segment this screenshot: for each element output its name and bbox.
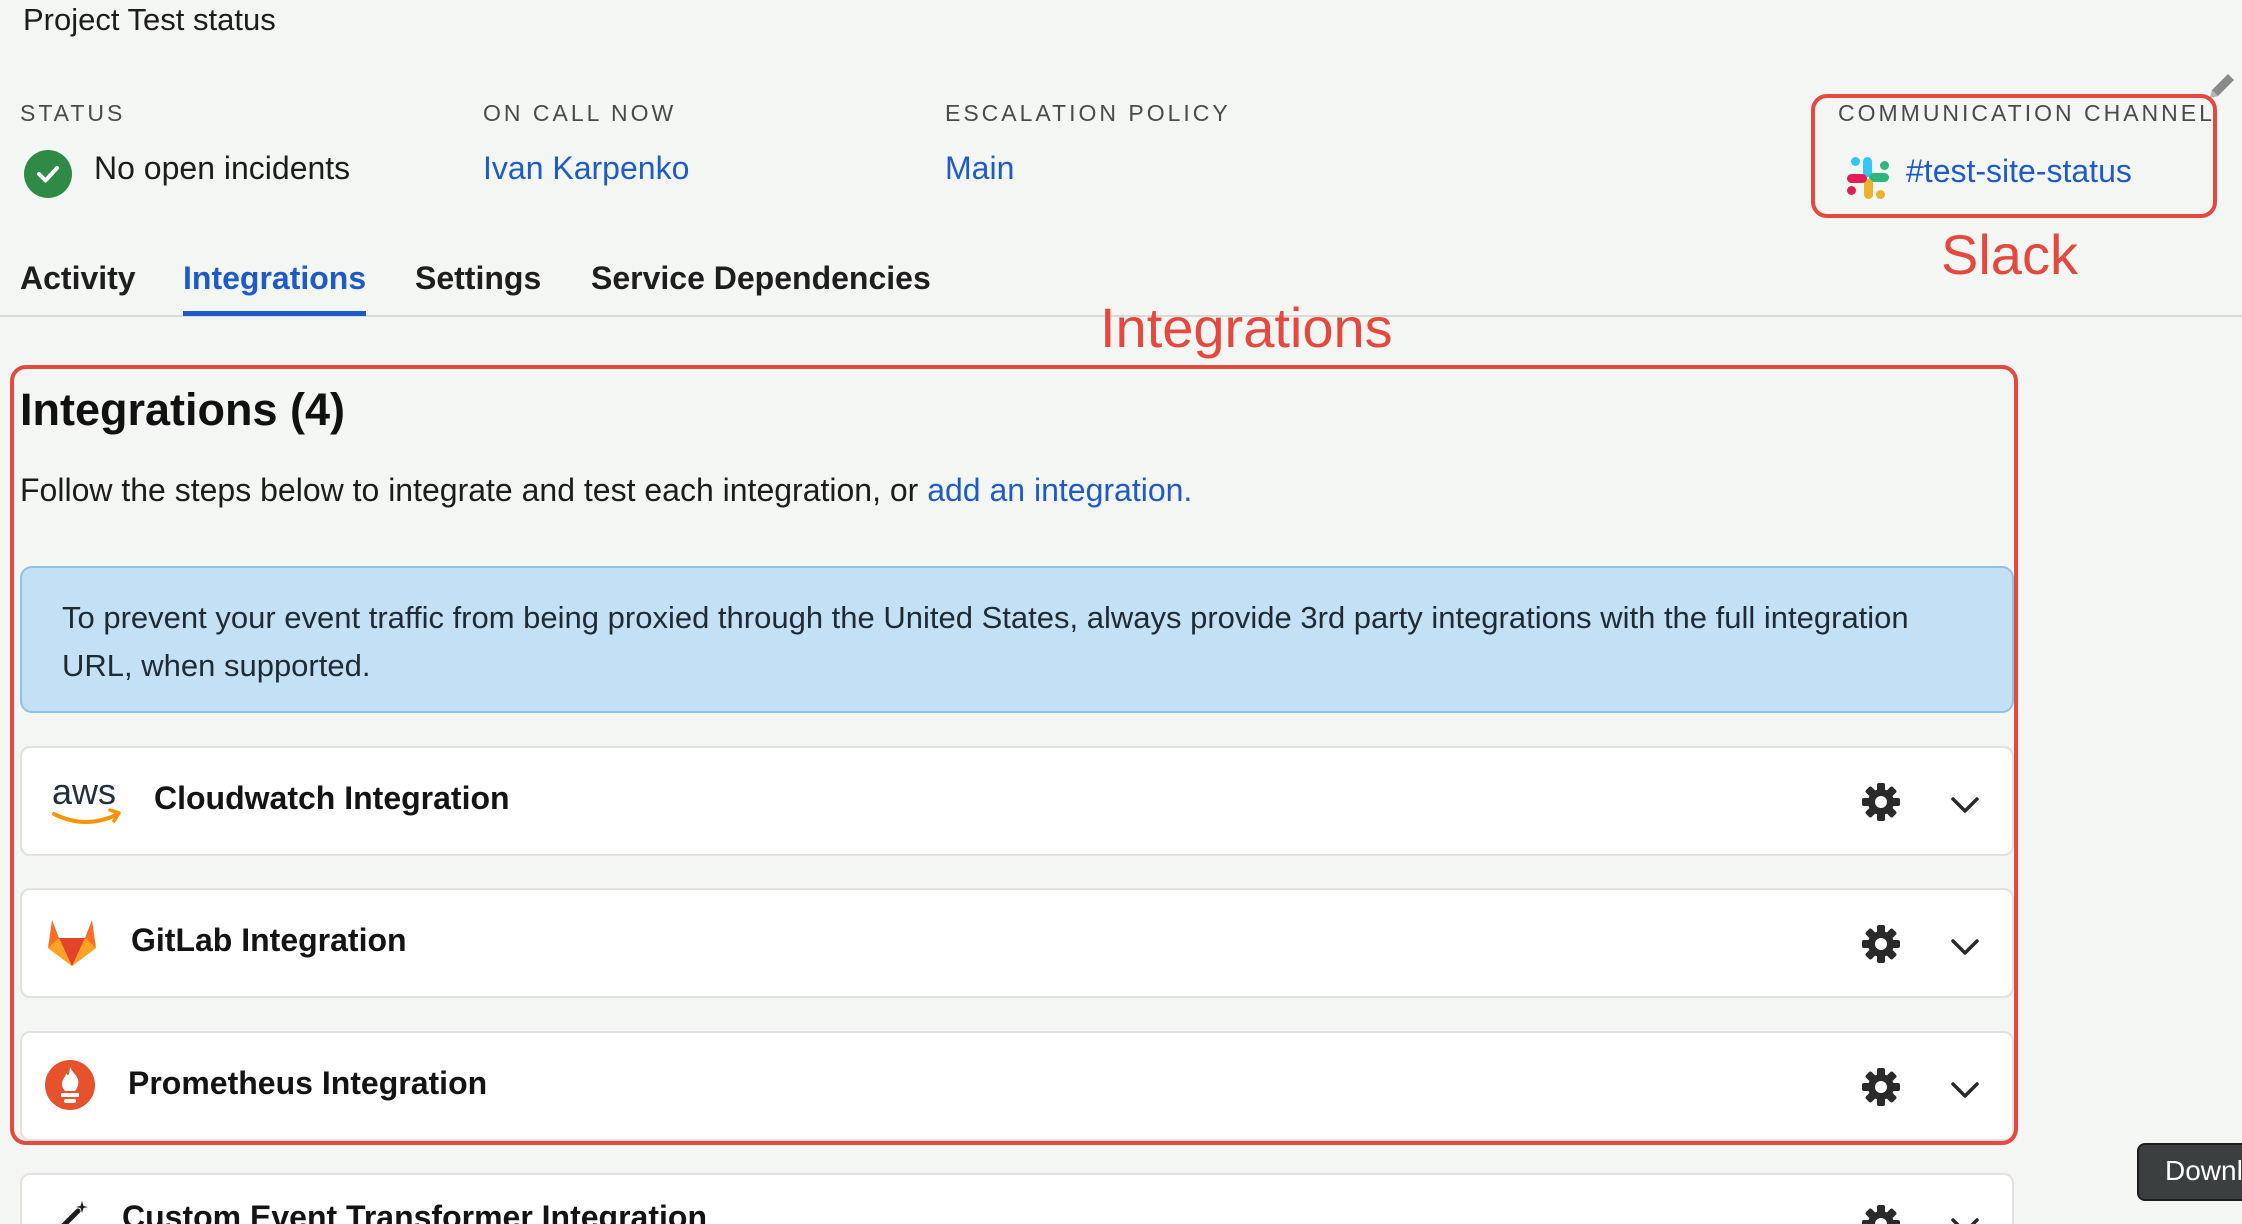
magic-wand-icon [61, 1201, 88, 1224]
tab-settings[interactable]: Settings [415, 260, 541, 297]
integration-name[interactable]: Custom Event Transformer Integration [122, 1199, 707, 1224]
download-button[interactable]: Downl [2137, 1143, 2242, 1201]
oncall-label: ON CALL NOW [483, 100, 677, 126]
oncall-user-link[interactable]: Ivan Karpenko [483, 150, 689, 187]
status-label: STATUS [20, 100, 126, 126]
escalation-policy-label: ESCALATION POLICY [945, 100, 1231, 126]
integrations-annotation-box [10, 365, 2018, 1145]
integrations-annotation-label: Integrations [1100, 296, 1393, 359]
check-circle-icon [24, 150, 72, 198]
tab-service-dependencies[interactable]: Service Dependencies [591, 260, 931, 297]
escalation-policy-link[interactable]: Main [945, 150, 1014, 187]
slack-annotation-box [1811, 94, 2217, 218]
gear-icon[interactable] [1860, 1203, 1902, 1224]
tab-activity[interactable]: Activity [20, 260, 136, 297]
service-title: Project Test status [23, 2, 276, 37]
status-text: No open incidents [94, 150, 351, 186]
chevron-down-icon[interactable] [1948, 1209, 1982, 1224]
integration-card-custom-event-transformer[interactable]: Custom Event Transformer Integration [20, 1173, 2014, 1224]
tab-integrations[interactable]: Integrations [183, 260, 367, 316]
